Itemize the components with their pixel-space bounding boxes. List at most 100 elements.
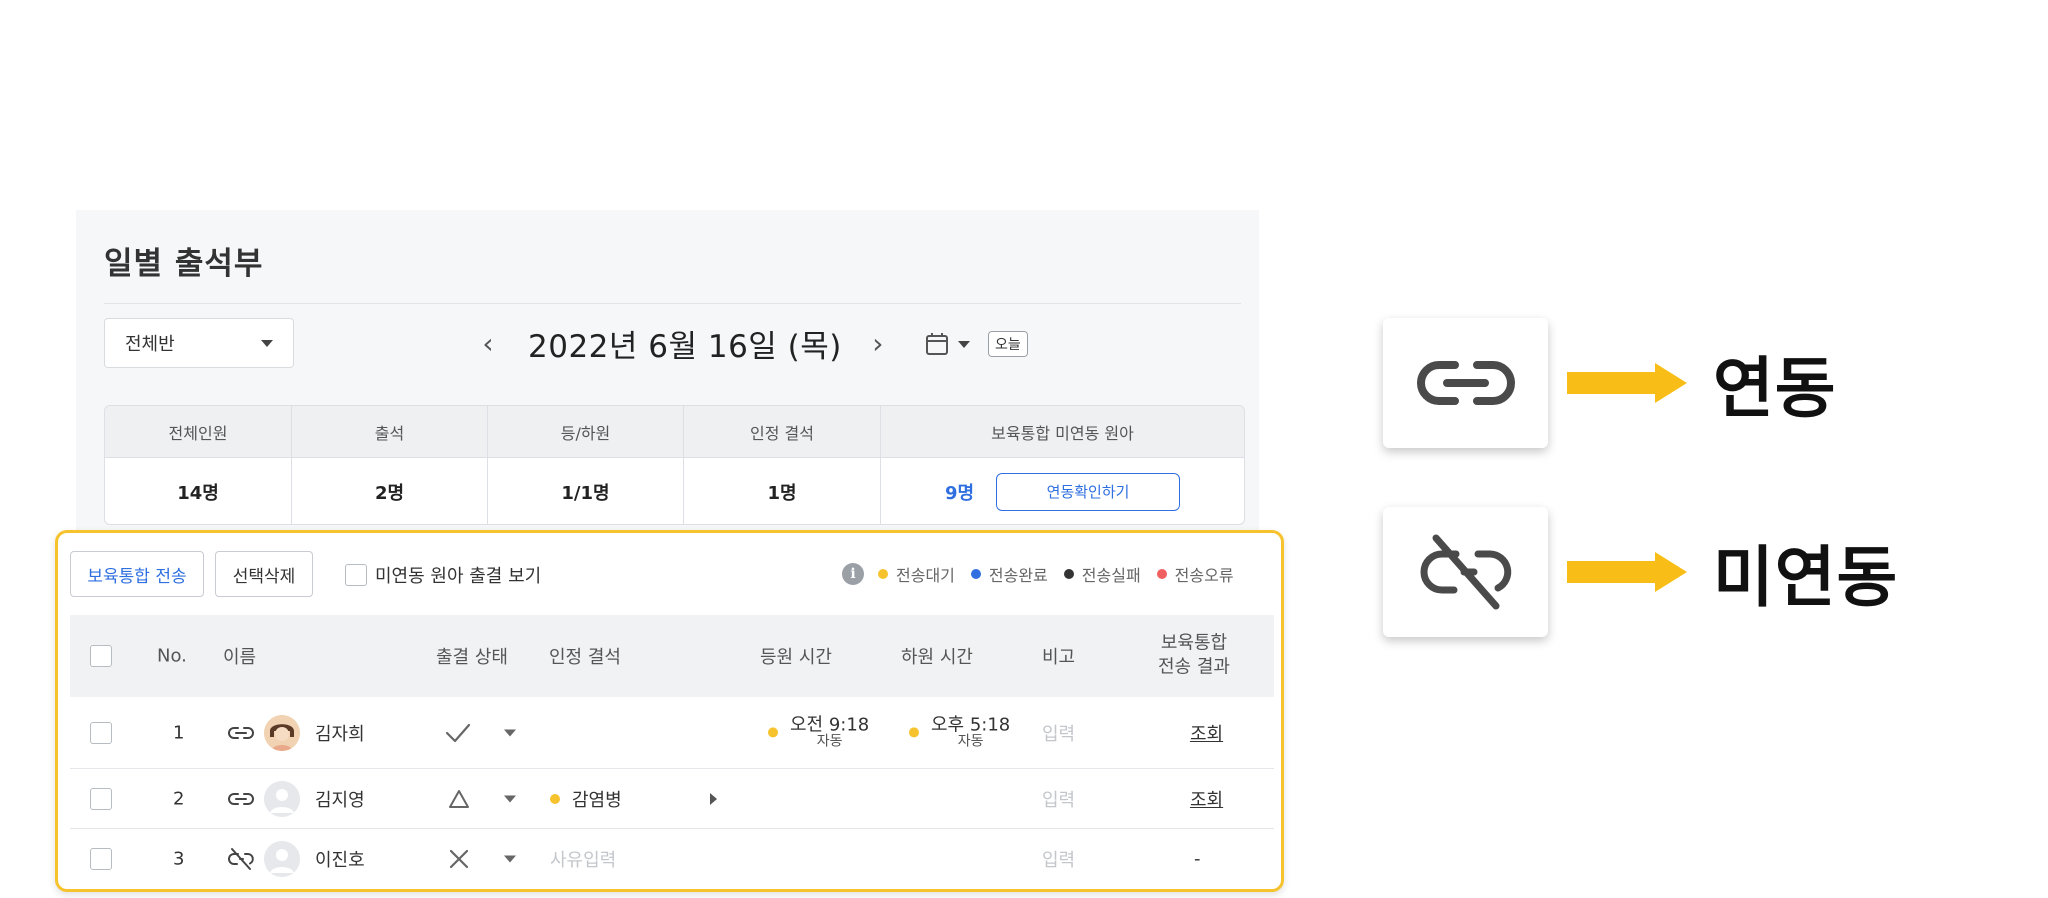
chevron-down-icon bbox=[504, 729, 516, 736]
in-time[interactable]: 오전 9:18 자동 bbox=[768, 715, 869, 750]
summary-value-row: 14명 2명 1/1명 1명 9명 연동확인하기 bbox=[105, 458, 1244, 524]
class-select-value: 전체반 bbox=[125, 334, 175, 355]
note-input[interactable]: 입력 bbox=[1042, 720, 1075, 746]
status-dropdown-caret[interactable] bbox=[504, 855, 516, 863]
row-no: 1 bbox=[173, 722, 185, 743]
triangle-icon[interactable] bbox=[448, 789, 470, 809]
chevron-down-icon bbox=[504, 795, 516, 802]
link-icon bbox=[1416, 361, 1515, 405]
summary-header-unlinked: 보육통합 미연동 원아 bbox=[991, 423, 1134, 443]
arrow-right-icon bbox=[1567, 363, 1687, 403]
arrow-right-icon bbox=[1567, 552, 1687, 592]
row-no: 3 bbox=[173, 848, 185, 870]
in-time-value: 오전 9:18 bbox=[790, 713, 870, 735]
row-checkbox[interactable] bbox=[90, 721, 112, 744]
out-time-value: 오후 5:18 bbox=[931, 713, 1011, 735]
failed-dot bbox=[1063, 569, 1074, 579]
confirm-link-button[interactable]: 연동확인하기 bbox=[996, 472, 1181, 511]
status-dropdown-caret[interactable] bbox=[504, 729, 516, 736]
select-all-checkbox[interactable] bbox=[90, 645, 112, 667]
show-unlinked-checkbox[interactable] bbox=[345, 564, 367, 586]
chevron-down-icon bbox=[504, 855, 516, 863]
header-in-time: 등원 시간 bbox=[760, 647, 832, 668]
child-photo bbox=[264, 714, 300, 751]
summary-value-unlinked-cell: 9명 연동확인하기 bbox=[881, 458, 1244, 524]
excused-reason-input[interactable]: 사유입력 bbox=[550, 846, 616, 872]
avatar-placeholder bbox=[264, 841, 300, 877]
calendar-picker-button[interactable] bbox=[924, 330, 974, 358]
summary-header-excused: 인정 결석 bbox=[684, 406, 881, 457]
summary-value-excused: 1명 bbox=[684, 458, 881, 524]
attendance-table: No. 이름 출결 상태 인정 결석 등원 시간 하원 시간 비고 보육통합 전… bbox=[70, 615, 1274, 889]
excused-reason[interactable]: 감염병 bbox=[550, 786, 622, 812]
status-dropdown-caret[interactable] bbox=[504, 795, 516, 802]
today-button[interactable]: 오늘 bbox=[988, 331, 1028, 357]
header-result-line1: 보육통합 bbox=[1160, 632, 1228, 654]
header-note: 비고 bbox=[1042, 647, 1076, 668]
calendar-icon bbox=[926, 333, 948, 355]
legend-failed: 전송실패 bbox=[1063, 562, 1141, 586]
caret-right-icon bbox=[710, 792, 717, 805]
error-dot bbox=[1156, 569, 1167, 579]
legend-error: 전송오류 bbox=[1156, 562, 1234, 586]
view-result-link[interactable]: 조회 bbox=[1190, 786, 1223, 812]
summary-value-total: 14명 bbox=[105, 458, 292, 524]
check-icon[interactable] bbox=[445, 722, 471, 744]
in-time-source: 자동 bbox=[816, 733, 843, 750]
table-header-row: No. 이름 출결 상태 인정 결석 등원 시간 하원 시간 비고 보육통합 전… bbox=[70, 615, 1274, 697]
row-no: 2 bbox=[173, 788, 185, 809]
note-input[interactable]: 입력 bbox=[1042, 846, 1075, 872]
unlinked-label: 미연동 bbox=[1713, 539, 1899, 616]
table-row: 1 김자희 오전 9:18 자동 오후 5:18 자동 입력 조회 bbox=[70, 697, 1274, 769]
legend-complete-label: 전송완료 bbox=[988, 566, 1048, 585]
unlinked-icon-card bbox=[1383, 507, 1548, 637]
child-name[interactable]: 김자희 bbox=[315, 720, 365, 746]
row-checkbox[interactable] bbox=[90, 848, 112, 870]
view-result-link[interactable]: 조회 bbox=[1190, 720, 1223, 746]
child-name[interactable]: 이진호 bbox=[315, 846, 365, 872]
select-all-cell bbox=[90, 645, 112, 667]
note-input[interactable]: 입력 bbox=[1042, 786, 1075, 812]
header-name: 이름 bbox=[223, 647, 257, 668]
info-icon[interactable]: i bbox=[842, 563, 864, 585]
header-result-line2: 전송 결과 bbox=[1158, 657, 1230, 678]
summary-header-checkinout: 등/하원 bbox=[488, 406, 684, 457]
out-time[interactable]: 오후 5:18 자동 bbox=[909, 715, 1010, 750]
avatar bbox=[264, 714, 300, 751]
class-select[interactable]: 전체반 bbox=[104, 318, 294, 368]
out-time-source: 자동 bbox=[957, 733, 984, 750]
transmission-status-legend: i 전송대기 전송완료 전송실패 전송오류 bbox=[842, 562, 1234, 586]
show-unlinked-label: 미연동 원아 출결 보기 bbox=[375, 566, 542, 587]
next-day-icon[interactable]: › bbox=[864, 327, 892, 360]
chevron-down-icon bbox=[261, 340, 273, 347]
legend-error-label: 전송오류 bbox=[1174, 566, 1234, 585]
delete-selected-button[interactable]: 선택삭제 bbox=[215, 551, 313, 597]
row-checkbox[interactable] bbox=[90, 787, 112, 810]
send-integration-button[interactable]: 보육통합 전송 bbox=[70, 551, 204, 597]
result-empty: - bbox=[1194, 848, 1201, 870]
summary-value-checkinout: 1/1명 bbox=[488, 458, 684, 524]
page-title: 일별 출석부 bbox=[104, 246, 264, 282]
expand-arrow-icon[interactable] bbox=[710, 792, 717, 805]
legend-failed-label: 전송실패 bbox=[1081, 566, 1141, 585]
chevron-down-icon bbox=[958, 340, 970, 348]
date-navigator: ‹ 2022년 6월 16일 (목) › bbox=[474, 318, 892, 368]
header-out-time: 하원 시간 bbox=[901, 647, 973, 668]
header-status: 출결 상태 bbox=[436, 647, 508, 668]
linked-label: 연동 bbox=[1713, 350, 1837, 427]
unlink-icon bbox=[227, 847, 255, 871]
x-icon[interactable] bbox=[448, 848, 470, 870]
unlink-icon bbox=[1420, 534, 1511, 610]
complete-dot bbox=[970, 569, 981, 579]
pending-dot bbox=[550, 793, 560, 804]
avatar-placeholder bbox=[264, 780, 300, 817]
title-divider bbox=[104, 303, 1241, 304]
summary-header-total: 전체인원 bbox=[105, 406, 292, 457]
summary-header-row: 전체인원 출석 등/하원 인정 결석 보육통합 미연동 원아 bbox=[105, 406, 1244, 458]
show-unlinked-toggle[interactable]: 미연동 원아 출결 보기 bbox=[345, 562, 541, 588]
child-name[interactable]: 김지영 bbox=[315, 786, 365, 812]
attendance-summary: 전체인원 출석 등/하원 인정 결석 보육통합 미연동 원아 14명 2명 1/… bbox=[104, 405, 1245, 525]
row-checkbox-cell bbox=[90, 787, 112, 810]
avatar bbox=[264, 841, 300, 877]
prev-day-icon[interactable]: ‹ bbox=[474, 327, 502, 360]
